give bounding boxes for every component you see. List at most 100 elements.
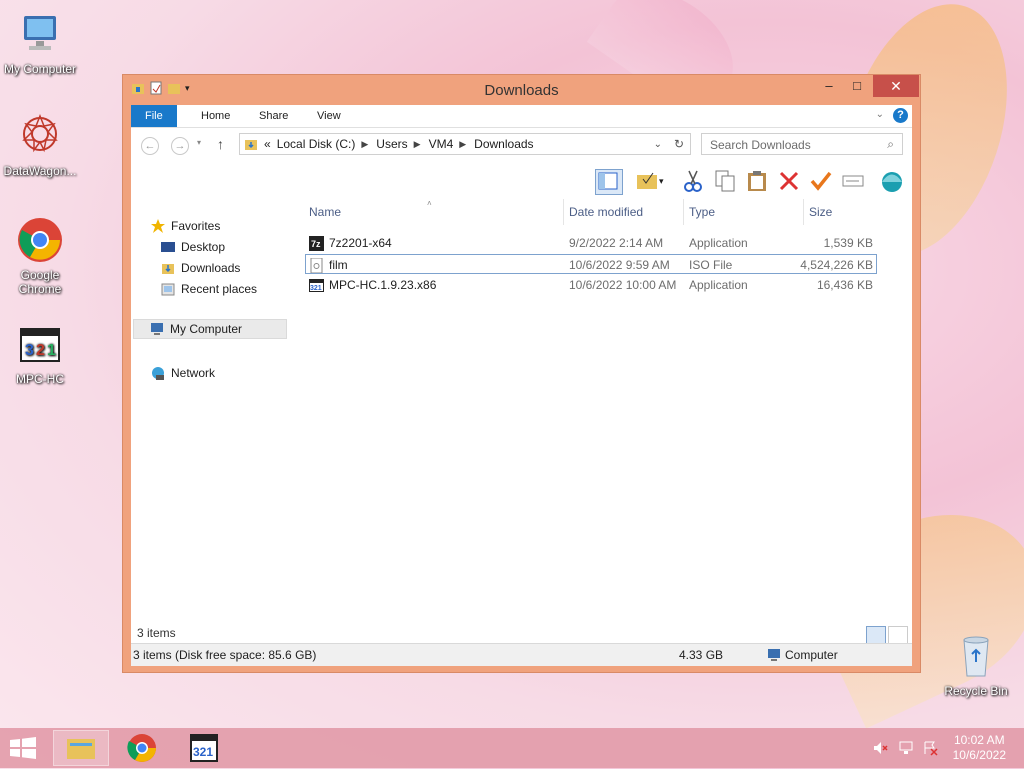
rename-check-icon[interactable]: [809, 169, 835, 193]
select-folder-icon[interactable]: [635, 169, 661, 193]
search-icon: ⌕: [887, 137, 894, 151]
svg-text:1: 1: [47, 342, 56, 359]
action-center-icon[interactable]: [922, 740, 938, 756]
preview-pane-button[interactable]: [595, 169, 623, 195]
file-date: 10/6/2022 9:59 AM: [569, 258, 670, 272]
breadcrumb-vm4[interactable]: VM4: [429, 137, 454, 151]
column-header-date-modified[interactable]: Date modified: [569, 205, 643, 219]
tab-view[interactable]: View: [303, 105, 355, 127]
back-button[interactable]: ←: [141, 137, 159, 155]
taskbar-chrome[interactable]: [114, 730, 170, 766]
file-type: Application: [689, 236, 748, 250]
breadcrumb-overflow[interactable]: «: [264, 137, 271, 151]
table-row[interactable]: 321 MPC-HC.1.9.23.x86 10/6/2022 10:00 AM…: [305, 275, 877, 295]
recent-locations-icon[interactable]: ▾: [197, 138, 201, 147]
network-status-icon[interactable]: [898, 740, 914, 756]
column-header-size[interactable]: Size: [809, 205, 832, 219]
details-view-icon[interactable]: [866, 626, 886, 644]
delete-icon[interactable]: [777, 169, 803, 193]
windows-start-icon[interactable]: [8, 736, 38, 763]
my-computer-icon: [767, 648, 781, 662]
close-button[interactable]: ✕: [873, 75, 919, 97]
navigation-pane: Favorites Desktop Downloads Recent place…: [131, 199, 291, 626]
volume-muted-icon[interactable]: [872, 740, 888, 756]
my-computer-icon: [16, 10, 64, 58]
breadcrumb-users[interactable]: Users: [376, 137, 407, 151]
breadcrumb-separator-icon[interactable]: ▶: [414, 139, 421, 150]
my-computer-icon: [150, 322, 164, 336]
nav-recent-places[interactable]: Recent places: [161, 280, 257, 298]
explorer-window: ▾ Downloads – □ ✕ File Home Share View ⌄…: [122, 74, 921, 673]
svg-text:2: 2: [36, 342, 45, 359]
paste-icon[interactable]: [745, 169, 771, 193]
copy-icon[interactable]: [713, 169, 739, 193]
tab-file[interactable]: File: [131, 105, 177, 127]
nav-my-computer[interactable]: My Computer: [133, 319, 287, 339]
datawagon-icon: [16, 112, 64, 160]
maximize-button[interactable]: □: [842, 75, 872, 97]
clock-date: 10/6/2022: [952, 748, 1006, 762]
desktop-icon-recycle-bin[interactable]: Recycle Bin: [936, 632, 1016, 698]
svg-text:321: 321: [310, 285, 322, 292]
breadcrumb-separator-icon[interactable]: ▶: [459, 139, 466, 150]
tab-home[interactable]: Home: [187, 105, 244, 127]
column-header-type[interactable]: Type: [689, 205, 715, 219]
address-dropdown-icon[interactable]: ⌄: [654, 139, 662, 150]
svg-text:7z: 7z: [311, 239, 321, 249]
tab-share[interactable]: Share: [245, 105, 302, 127]
file-date: 9/2/2022 2:14 AM: [569, 236, 664, 250]
clock-time: 10:02 AM: [953, 733, 1005, 747]
shell-icon[interactable]: [879, 169, 905, 193]
up-button[interactable]: ↑: [217, 136, 224, 152]
expand-ribbon-icon[interactable]: ⌄: [876, 109, 884, 120]
file-list: ˄ Name Date modified Type Size 7z 7z2201…: [301, 199, 912, 626]
chevron-down-icon[interactable]: ▾: [659, 169, 671, 193]
breadcrumb-downloads[interactable]: Downloads: [474, 137, 533, 151]
refresh-icon[interactable]: ↻: [674, 137, 684, 151]
view-buttons: [866, 626, 908, 644]
title-bar[interactable]: ▾ Downloads – □ ✕: [123, 75, 920, 105]
column-separator[interactable]: [683, 199, 684, 225]
large-icons-view-icon[interactable]: [888, 626, 908, 644]
desktop-icon-chrome[interactable]: Google Chrome: [0, 216, 80, 296]
nav-desktop[interactable]: Desktop: [161, 238, 225, 256]
status-location: Computer: [767, 648, 838, 662]
rename-icon[interactable]: [841, 169, 867, 193]
file-date: 10/6/2022 10:00 AM: [569, 278, 677, 292]
column-header-name[interactable]: Name: [309, 205, 341, 219]
desktop-icon-datawagon[interactable]: DataWagon...: [0, 112, 80, 178]
downloads-folder-icon: [161, 261, 175, 275]
nav-favorites[interactable]: Favorites: [151, 217, 220, 235]
recycle-bin-icon: [952, 632, 1000, 680]
breadcrumb-separator-icon[interactable]: ▶: [361, 139, 368, 150]
help-icon[interactable]: ?: [893, 108, 908, 123]
desktop-icon: [161, 240, 175, 254]
file-type: ISO File: [689, 258, 733, 272]
nav-downloads[interactable]: Downloads: [161, 259, 240, 277]
table-row[interactable]: 7z 7z2201-x64 9/2/2022 2:14 AM Applicati…: [305, 233, 877, 253]
file-name: film: [329, 258, 348, 272]
network-icon: [151, 366, 165, 380]
minimize-button[interactable]: –: [814, 75, 844, 97]
desktop-icon-mpc-hc[interactable]: 321 MPC-HC: [0, 320, 80, 386]
file-size: 4,524,226 KB: [800, 258, 873, 272]
svg-text:321: 321: [193, 745, 213, 759]
taskbar-clock[interactable]: 10:02 AM 10/6/2022: [953, 733, 1006, 763]
taskbar-mpc-hc[interactable]: 321: [176, 730, 232, 766]
forward-button[interactable]: →: [171, 137, 189, 155]
column-separator[interactable]: [563, 199, 564, 225]
taskbar-file-explorer[interactable]: [53, 730, 109, 766]
address-bar[interactable]: « Local Disk (C:) ▶ Users ▶ VM4 ▶ Downlo…: [239, 133, 691, 155]
desktop-icon-my-computer[interactable]: My Computer: [0, 10, 80, 76]
breadcrumb-local-disk[interactable]: Local Disk (C:): [277, 137, 356, 151]
column-separator[interactable]: [803, 199, 804, 225]
address-row: ← → ▾ ↑ « Local Disk (C:) ▶ Users ▶ VM4 …: [131, 129, 912, 163]
table-row[interactable]: film 10/6/2022 9:59 AM ISO File 4,524,22…: [305, 254, 877, 274]
search-input[interactable]: Search Downloads ⌕: [701, 133, 903, 155]
nav-network[interactable]: Network: [151, 364, 215, 382]
cut-icon[interactable]: [681, 169, 707, 193]
ribbon-tabs: File Home Share View ⌄ ?: [131, 105, 912, 128]
search-placeholder: Search Downloads: [710, 138, 811, 152]
item-count: 3 items: [137, 626, 176, 640]
file-size: 1,539 KB: [823, 236, 873, 250]
